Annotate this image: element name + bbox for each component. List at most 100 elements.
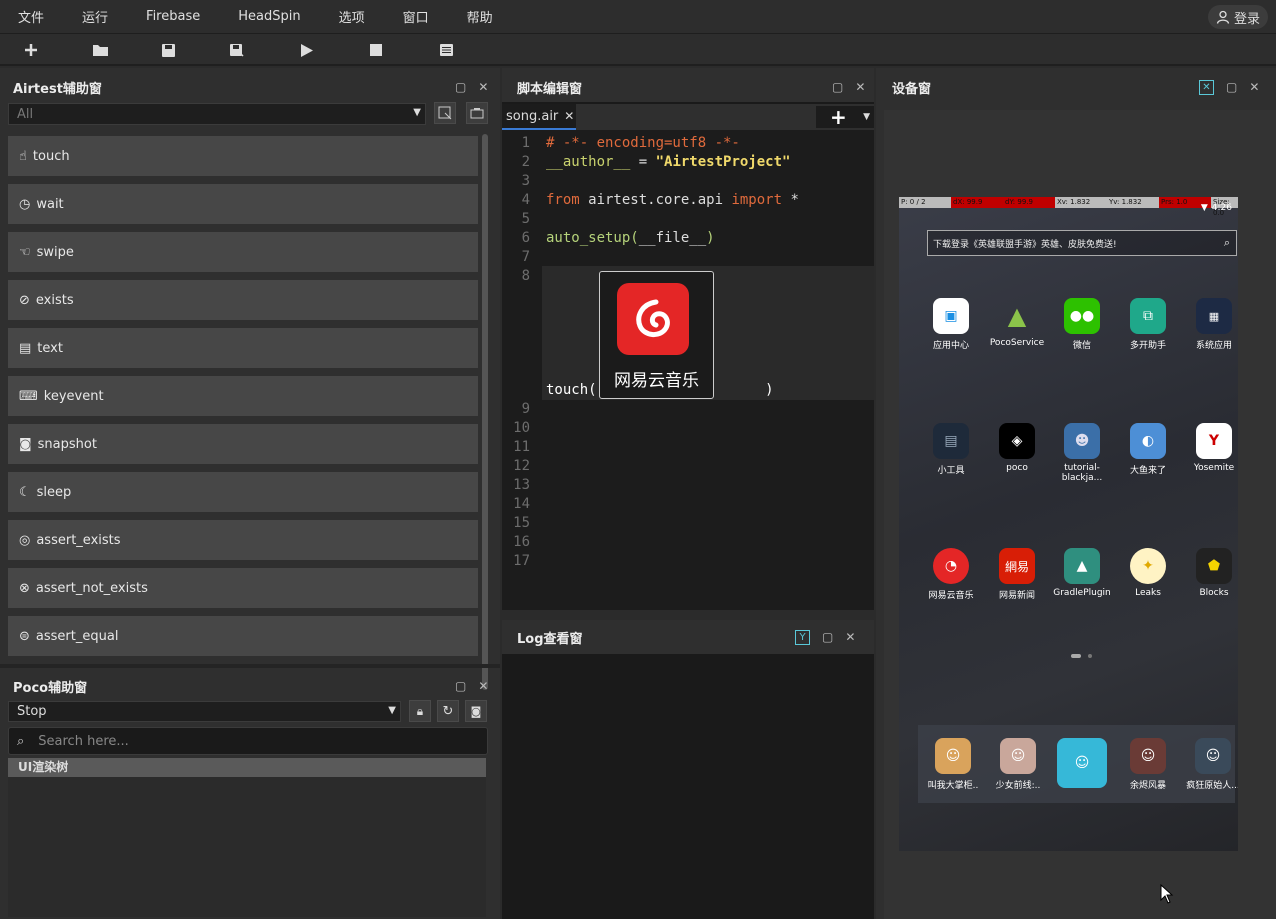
app-label: PocoService bbox=[989, 338, 1045, 348]
close-icon[interactable]: ✕ bbox=[1249, 80, 1259, 94]
code-editor[interactable]: 1 # -*- encoding=utf8 -*- 2 __author__ =… bbox=[502, 130, 874, 610]
app-wechat[interactable]: ●● 微信 bbox=[1052, 298, 1112, 351]
new-file-button[interactable] bbox=[21, 40, 41, 60]
menu-headspin[interactable]: HeadSpin bbox=[220, 9, 320, 24]
api-keyevent[interactable]: ⌨ keyevent bbox=[8, 376, 478, 416]
search-icon: ⌕ bbox=[17, 733, 25, 749]
run-button[interactable] bbox=[297, 40, 317, 60]
refresh-button[interactable]: ↻ bbox=[437, 700, 459, 722]
app-multi-open[interactable]: ⧉ 多开助手 bbox=[1118, 298, 1178, 351]
line-number: 7 bbox=[521, 249, 530, 265]
api-exists[interactable]: ⊘ exists bbox=[8, 280, 478, 320]
app-app-center[interactable]: ▣ 应用中心 bbox=[921, 298, 981, 351]
tab-song-air[interactable]: song.air ✕ bbox=[502, 104, 576, 130]
app-gradle-plugin[interactable]: ▲ GradlePlugin bbox=[1052, 548, 1112, 598]
app-big-fish[interactable]: ◐ 大鱼来了 bbox=[1118, 423, 1178, 476]
api-swipe[interactable]: ☜ swipe bbox=[8, 232, 478, 272]
menu-help[interactable]: 帮助 bbox=[449, 7, 513, 26]
device-screen[interactable]: P: 0 / 2 dX: 99.9 dY: 99.9 Xv: 1.832 Yv:… bbox=[899, 197, 1238, 851]
api-touch[interactable]: ☝ touch bbox=[8, 136, 478, 176]
poco-record-button[interactable]: ◙ bbox=[465, 700, 487, 722]
game-icon: ☺ bbox=[1130, 738, 1166, 774]
poco-search-box[interactable]: ⌕ Search here... bbox=[8, 727, 488, 755]
app-blocks[interactable]: ⬟ Blocks bbox=[1184, 548, 1238, 598]
close-icon[interactable]: ✕ bbox=[845, 630, 855, 644]
camera-icon bbox=[470, 108, 484, 119]
api-text[interactable]: ▤ text bbox=[8, 328, 478, 368]
menu-file[interactable]: 文件 bbox=[0, 7, 64, 26]
open-folder-button[interactable] bbox=[90, 40, 110, 60]
save-as-icon bbox=[230, 43, 244, 57]
app-label: 小工具 bbox=[937, 466, 965, 476]
dock-app-3[interactable]: ☺ bbox=[1052, 738, 1112, 792]
line-number: 8 bbox=[521, 268, 530, 284]
lock-button[interactable]: 🔒︎ bbox=[409, 700, 431, 722]
app-leaks[interactable]: ✦ Leaks bbox=[1118, 548, 1178, 598]
screen-tool-icon[interactable]: ✕ bbox=[1199, 79, 1214, 95]
new-tab-button[interactable]: + ▼ bbox=[816, 105, 874, 129]
poco-mode-select[interactable]: Stop ▼ bbox=[8, 701, 401, 722]
app-center-icon: ▣ bbox=[933, 298, 969, 334]
close-tab-icon[interactable]: ✕ bbox=[564, 109, 574, 123]
pointer-xv: Xv: 1.832 bbox=[1055, 197, 1107, 208]
app-poco[interactable]: ◈ poco bbox=[987, 423, 1047, 473]
close-icon[interactable]: ✕ bbox=[855, 80, 865, 94]
dock-app-2[interactable]: ☺ 少女前线:.. bbox=[988, 738, 1048, 791]
app-netease-music[interactable]: ◔ 网易云音乐 bbox=[921, 548, 981, 601]
ui-tree-area[interactable] bbox=[8, 777, 486, 917]
log-output[interactable] bbox=[502, 654, 874, 919]
close-icon[interactable]: ✕ bbox=[478, 80, 488, 94]
api-wait[interactable]: ◷ wait bbox=[8, 184, 478, 224]
api-filter-select[interactable]: All ▼ bbox=[8, 103, 426, 125]
app-system-apps[interactable]: ▦ 系统应用 bbox=[1184, 298, 1238, 351]
menu-firebase[interactable]: Firebase bbox=[128, 9, 220, 24]
line-number: 2 bbox=[521, 154, 530, 170]
image-template[interactable]: 网易云音乐 bbox=[599, 271, 714, 399]
stop-button[interactable] bbox=[366, 40, 386, 60]
float-icon[interactable]: ▢ bbox=[455, 80, 466, 94]
menu-run[interactable]: 运行 bbox=[64, 7, 128, 26]
tools-icon: ▤ bbox=[933, 423, 969, 459]
poco-panel-title: Poco辅助窗 bbox=[13, 680, 88, 696]
wechat-icon: ●● bbox=[1064, 298, 1100, 334]
api-assert-equal[interactable]: ⊜ assert_equal bbox=[8, 616, 478, 656]
menu-window[interactable]: 窗口 bbox=[385, 7, 449, 26]
dock-app-4[interactable]: ☺ 余烬风暴 bbox=[1118, 738, 1178, 791]
app-poco-service[interactable]: ▲ PocoService bbox=[987, 298, 1047, 348]
float-icon[interactable]: ▢ bbox=[822, 630, 833, 644]
log-button[interactable] bbox=[436, 40, 456, 60]
app-tutorial-blackjack[interactable]: ☻ tutorial-blackja... bbox=[1052, 423, 1112, 483]
float-icon[interactable]: ▢ bbox=[455, 679, 466, 693]
app-yosemite[interactable]: Y Yosemite bbox=[1184, 423, 1238, 473]
float-icon[interactable]: ▢ bbox=[832, 80, 843, 94]
tab-label: song.air bbox=[506, 108, 559, 124]
api-list-scrollbar[interactable] bbox=[482, 134, 488, 690]
dock-app-1[interactable]: ☺ 叫我大掌柜.. bbox=[923, 738, 983, 791]
multi-open-icon: ⧉ bbox=[1130, 298, 1166, 334]
ui-tree-header[interactable]: UI渲染树 bbox=[8, 758, 486, 777]
filter-icon[interactable]: Y bbox=[795, 629, 810, 645]
cursor-select-icon bbox=[438, 106, 452, 120]
poco-search-placeholder: Search here... bbox=[38, 733, 129, 749]
login-button[interactable]: 登录 bbox=[1208, 5, 1268, 29]
dock-app-5[interactable]: ☺ 疯狂原始人... bbox=[1183, 738, 1238, 791]
record-button[interactable] bbox=[466, 102, 488, 124]
select-region-button[interactable] bbox=[434, 102, 456, 124]
keyboard-icon: ⌨ bbox=[19, 388, 38, 404]
line-number: 14 bbox=[513, 496, 530, 512]
home-search-bar[interactable]: 下载登录《英雄联盟手游》英雄、皮肤免费送! ⌕ bbox=[927, 230, 1237, 256]
api-sleep[interactable]: ☾ sleep bbox=[8, 472, 478, 512]
api-label: assert_not_exists bbox=[35, 580, 148, 596]
api-snapshot[interactable]: ◙ snapshot bbox=[8, 424, 478, 464]
float-icon[interactable]: ▢ bbox=[1226, 80, 1237, 94]
api-assert-exists[interactable]: ◎ assert_exists bbox=[8, 520, 478, 560]
save-as-button[interactable] bbox=[227, 40, 247, 60]
game-icon: ☺ bbox=[1195, 738, 1231, 774]
app-label: 少女前线:.. bbox=[995, 781, 1041, 791]
app-netease-news[interactable]: 網易 网易新闻 bbox=[987, 548, 1047, 601]
menu-options[interactable]: 选项 bbox=[321, 7, 385, 26]
save-button[interactable] bbox=[158, 40, 178, 60]
app-tools[interactable]: ▤ 小工具 bbox=[921, 423, 981, 476]
close-icon[interactable]: ✕ bbox=[478, 679, 488, 693]
api-assert-not-exists[interactable]: ⊗ assert_not_exists bbox=[8, 568, 478, 608]
